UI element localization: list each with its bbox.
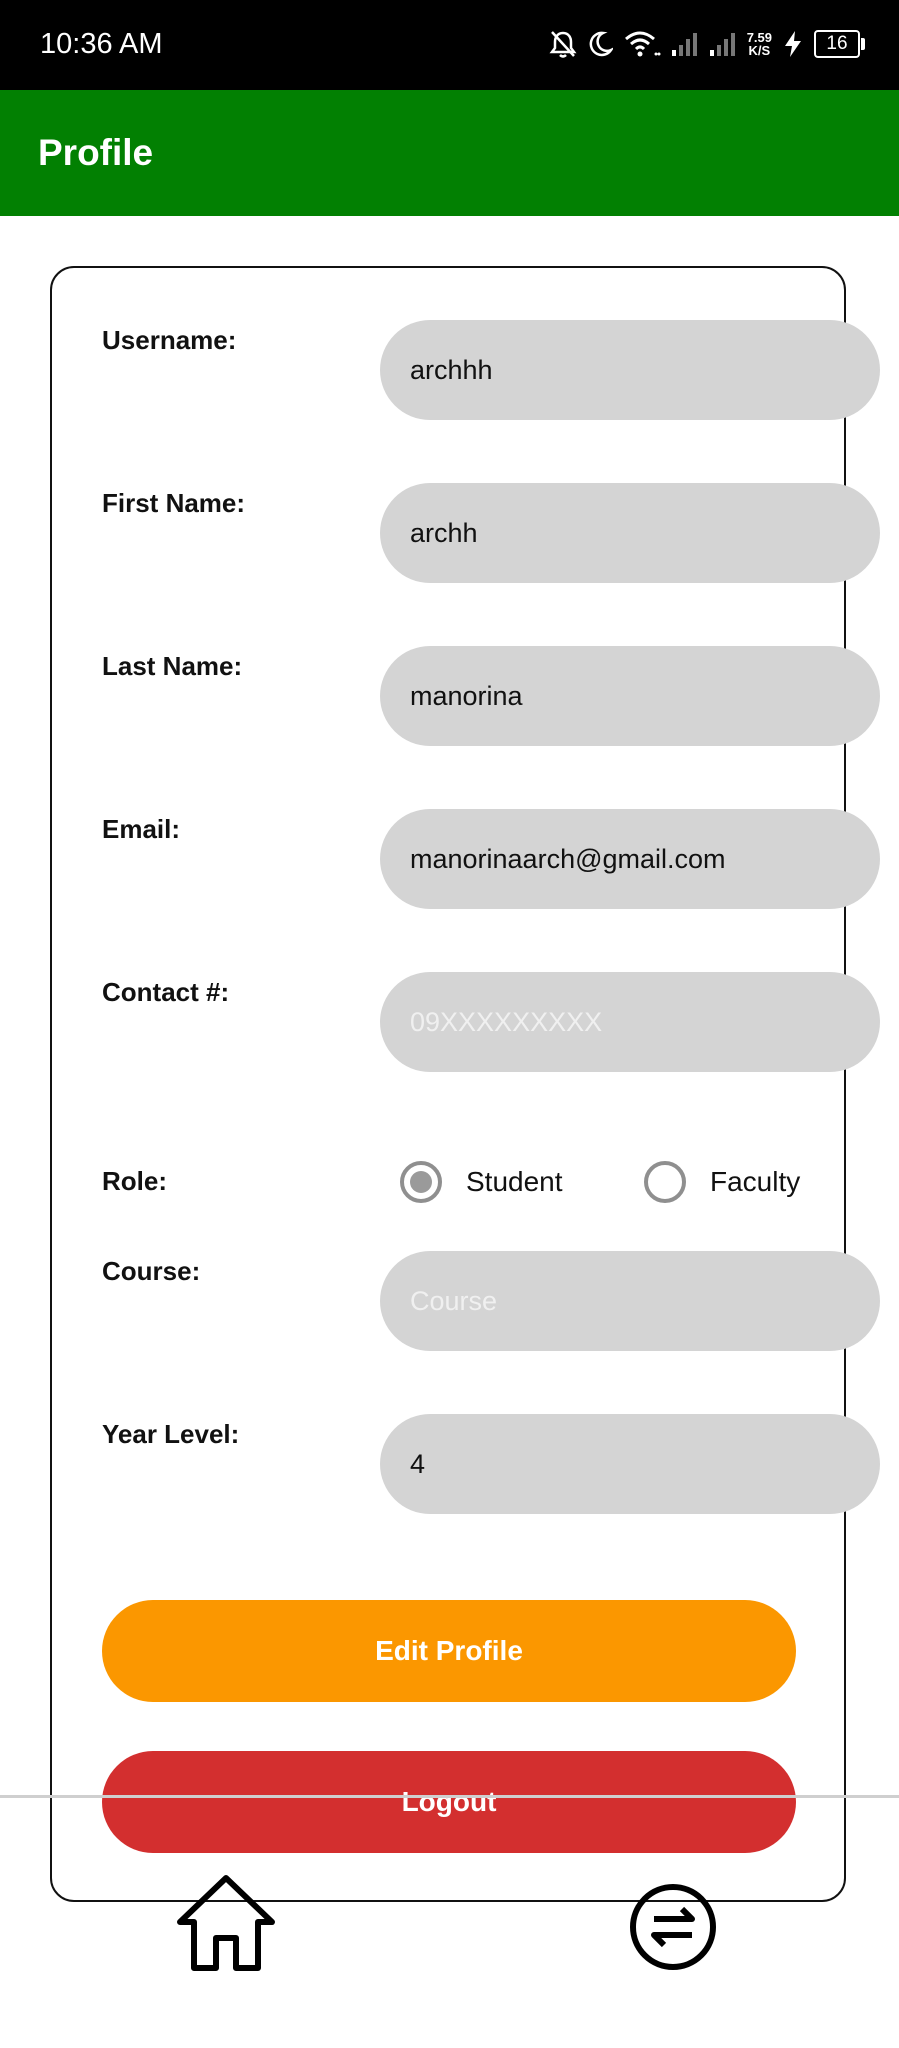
role-label: Role: [102, 1166, 167, 1196]
contact-label: Contact #: [102, 977, 230, 1007]
radio-selected-icon[interactable] [400, 1161, 442, 1203]
first-name-label: First Name: [102, 488, 246, 518]
radio-faculty[interactable]: Faculty [644, 1158, 800, 1206]
email-label: Email: [102, 814, 181, 844]
first-name-field[interactable]: archh [380, 483, 880, 583]
contact-field[interactable]: 09XXXXXXXXX [380, 972, 880, 1072]
battery-level: 16 [814, 30, 860, 58]
year-level-label: Year Level: [102, 1419, 240, 1449]
radio-student-label: Student [466, 1166, 563, 1197]
last-name-label: Last Name: [102, 651, 243, 681]
status-bar: 10:36 AM 7.59 K/S 16 [0, 0, 899, 90]
radio-faculty-label: Faculty [710, 1166, 801, 1197]
username-label: Username: [102, 325, 237, 355]
battery-icon: 16 [814, 30, 865, 58]
last-name-field[interactable]: manorina [380, 646, 880, 746]
logout-button[interactable]: Logout [102, 1751, 796, 1853]
course-label: Course: [102, 1256, 201, 1286]
bottom-nav-divider [0, 1795, 899, 1798]
app-bar: Profile [0, 90, 899, 216]
edit-profile-button[interactable]: Edit Profile [102, 1600, 796, 1702]
username-field[interactable]: archhh [380, 320, 880, 420]
battery-tip [861, 38, 865, 50]
email-field[interactable]: manorinaarch@gmail.com [380, 809, 880, 909]
course-field[interactable]: Course [380, 1251, 880, 1351]
signal-icon [671, 30, 699, 58]
exchange-icon[interactable] [628, 1882, 718, 1977]
page-title: Profile [38, 132, 154, 173]
charging-icon [782, 30, 804, 58]
net-speed-unit: K/S [748, 43, 771, 58]
radio-student[interactable]: Student [400, 1158, 563, 1206]
radio-unselected-icon[interactable] [644, 1161, 686, 1203]
year-level-field[interactable]: 4 [380, 1414, 880, 1514]
bell-off-icon [549, 29, 577, 59]
status-icons: 7.59 K/S 16 [549, 24, 865, 64]
radio-dot [410, 1171, 432, 1193]
status-time: 10:36 AM [40, 28, 163, 60]
wifi-icon [623, 29, 661, 59]
home-icon[interactable] [172, 1872, 280, 1979]
signal-icon [709, 30, 737, 58]
moon-icon [587, 30, 613, 58]
net-speed: 7.59 K/S [747, 31, 772, 57]
